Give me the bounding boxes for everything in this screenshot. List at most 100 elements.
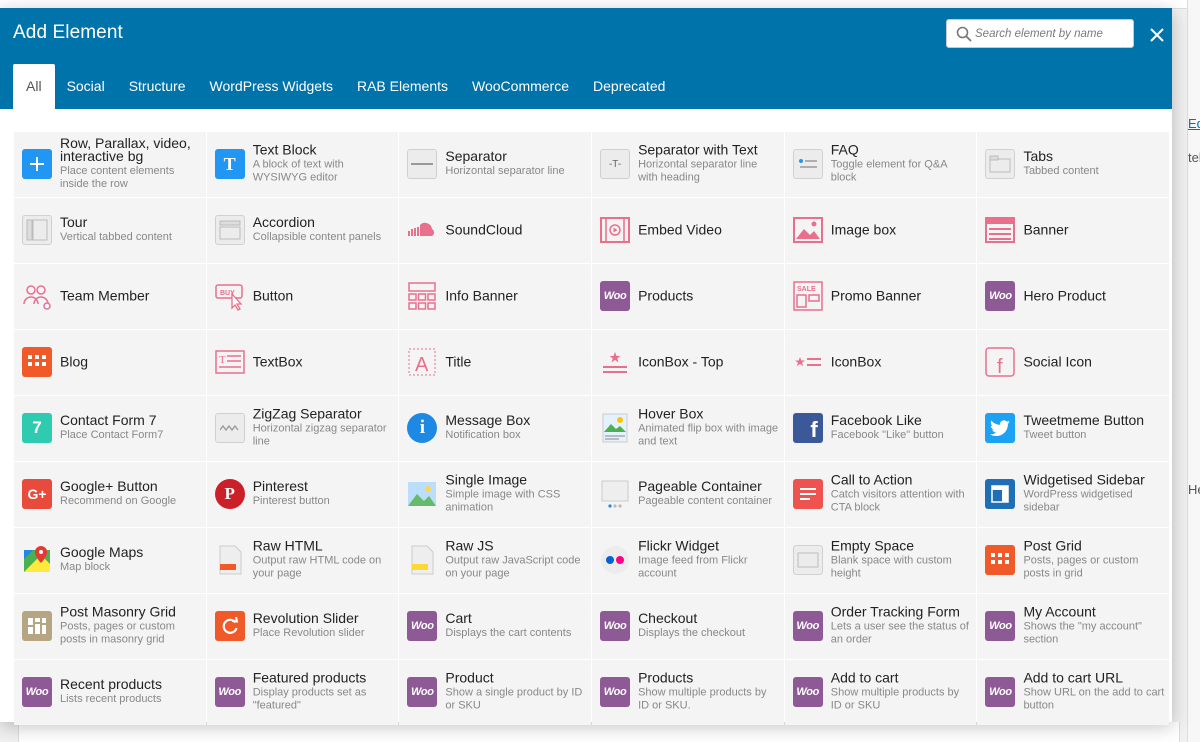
tab-woocommerce[interactable]: WooCommerce: [460, 64, 581, 109]
element-tile[interactable]: Woo Checkout Displays the checkout: [592, 593, 784, 659]
element-description: Show multiple products by ID or SKU: [830, 686, 960, 712]
element-tile[interactable]: Flickr Widget Image feed from Flickr acco…: [592, 527, 784, 593]
element-tile[interactable]: IconBox - Top: [592, 329, 784, 395]
element-tile[interactable]: T Text Block A block of text with WYSIWYG …: [206, 132, 399, 197]
element-description: Map block: [60, 561, 111, 574]
woo-icon: Woo: [792, 610, 824, 642]
element-tile[interactable]: f Social Icon: [977, 329, 1169, 395]
tab-structure[interactable]: Structure: [117, 64, 198, 109]
iconbox-top-icon: [599, 346, 631, 378]
element-tile[interactable]: SALE Promo Banner: [784, 263, 977, 329]
element-tile[interactable]: Embed Video: [592, 197, 784, 263]
element-text: Promo Banner: [830, 287, 973, 304]
element-tile[interactable]: Raw JS Output raw JavaScript code on your…: [399, 527, 591, 593]
element-description: Tweet button: [1023, 429, 1087, 442]
element-tile[interactable]: Accordion Collapsible content panels: [206, 197, 399, 263]
tab-all[interactable]: All: [13, 64, 55, 109]
element-tile[interactable]: T TextBox: [206, 329, 399, 395]
element-tile[interactable]: f Facebook Like Facebook "Like" button: [784, 395, 977, 461]
element-tile[interactable]: Woo Add to cart Show multiple products by …: [784, 659, 977, 725]
element-tile[interactable]: FAQ Toggle element for Q&A block: [784, 132, 977, 197]
element-description: Facebook "Like" button: [830, 429, 944, 442]
element-tile[interactable]: Woo Hero Product: [977, 263, 1169, 329]
woo-icon: Woo: [214, 676, 246, 708]
element-tile[interactable]: Woo Products: [592, 263, 784, 329]
search-input[interactable]: [975, 22, 1125, 45]
element-name: Text Block: [252, 141, 317, 158]
element-tile[interactable]: Hover Box Animated flip box with image an…: [592, 395, 784, 461]
element-tile[interactable]: Woo Cart Displays the cart contents: [399, 593, 591, 659]
element-name: Promo Banner: [830, 287, 922, 304]
element-name: Blog: [60, 353, 89, 370]
element-tile[interactable]: SoundCloud: [399, 197, 591, 263]
element-tile[interactable]: Image box: [784, 197, 977, 263]
element-description: Show URL on the add to cart button: [1023, 686, 1165, 712]
element-tile[interactable]: Info Banner: [399, 263, 591, 329]
element-tile[interactable]: BUY Button: [206, 263, 399, 329]
woo-icon: Woo: [984, 280, 1016, 312]
element-tile[interactable]: Woo My Account Shows the "my account" sect…: [977, 593, 1169, 659]
element-tile[interactable]: i Message Box Notification box: [399, 395, 591, 461]
element-description: Animated flip box with image and text: [638, 422, 779, 448]
element-tile[interactable]: Woo Products Show multiple products by ID …: [592, 659, 784, 725]
element-tile[interactable]: Post Masonry Grid Posts, pages or custom …: [14, 593, 206, 659]
element-name: Call to Action: [830, 471, 913, 488]
element-name: Raw HTML: [252, 537, 323, 554]
element-tile[interactable]: Woo Order Tracking Form Lets a user see th…: [784, 593, 977, 659]
element-tile[interactable]: Banner: [977, 197, 1169, 263]
element-tile[interactable]: Single Image Simple image with CSS animat…: [399, 461, 591, 527]
element-tile[interactable]: Woo Product Show a single product by ID or…: [399, 659, 591, 725]
element-tile[interactable]: -T- Separator with Text Horizontal separat…: [592, 132, 784, 197]
svg-text:T: T: [219, 354, 226, 366]
element-tile[interactable]: Tabs Tabbed content: [977, 132, 1169, 197]
element-name: My Account: [1023, 603, 1096, 620]
element-tile[interactable]: Call to Action Catch visitors attention w…: [784, 461, 977, 527]
element-tile[interactable]: Team Member: [14, 263, 206, 329]
tab-deprecated[interactable]: Deprecated: [581, 64, 677, 109]
element-tile[interactable]: P Pinterest Pinterest button: [206, 461, 399, 527]
element-tile[interactable]: ZigZag Separator Horizontal zigzag separa…: [206, 395, 399, 461]
element-tile[interactable]: A Title: [399, 329, 591, 395]
element-text: Empty Space Blank space with custom heigh…: [830, 537, 973, 581]
element-tile[interactable]: Widgetised Sidebar WordPress widgetised s…: [977, 461, 1169, 527]
element-tile[interactable]: Raw HTML Output raw HTML code on your pag…: [206, 527, 399, 593]
element-text: SoundCloud: [445, 223, 587, 237]
element-tile[interactable]: Woo Recent products Lists recent products: [14, 659, 206, 725]
element-tile[interactable]: Tour Vertical tabbed content: [14, 197, 206, 263]
element-name: Products: [638, 287, 694, 304]
element-tile[interactable]: Revolution Slider Place Revolution slider: [206, 593, 399, 659]
pinterest-icon: P: [214, 478, 246, 510]
background-edit-link[interactable]: Ed: [1188, 116, 1200, 131]
element-tile[interactable]: Post Grid Posts, pages or custom posts in…: [977, 527, 1169, 593]
element-description: Recommend on Google: [60, 495, 177, 508]
element-tile[interactable]: Pageable Container Pageable content conta…: [592, 461, 784, 527]
tab-social[interactable]: Social: [55, 64, 117, 109]
element-tile[interactable]: Google Maps Map block: [14, 527, 206, 593]
element-grid: Row, Parallax, video, interactive bg Plac…: [14, 132, 1169, 725]
element-text: Image box: [831, 223, 973, 237]
element-text: Products: [638, 287, 780, 304]
element-tile[interactable]: Separator Horizontal separator line: [399, 132, 591, 197]
element-tile[interactable]: IconBox: [784, 329, 977, 395]
element-description: Tabbed content: [1023, 165, 1099, 178]
element-tile[interactable]: Woo Featured products Display products set…: [206, 659, 399, 725]
element-tile[interactable]: G+ Google+ Button Recommend on Google: [14, 461, 206, 527]
element-name: ZigZag Separator: [252, 405, 362, 422]
element-tile[interactable]: 7 Contact Form 7 Place Contact Form7: [14, 395, 206, 461]
revolution-icon: [214, 610, 246, 642]
search-box[interactable]: [946, 19, 1134, 48]
element-tile[interactable]: Tweetmeme Button Tweet button: [977, 395, 1169, 461]
element-name: Separator with Text: [638, 141, 758, 158]
element-description: Horizontal separator line: [445, 165, 565, 178]
element-tile[interactable]: Row, Parallax, video, interactive bg Plac…: [14, 132, 206, 197]
tab-rab-elements[interactable]: RAB Elements: [345, 64, 460, 109]
close-button[interactable]: [1146, 24, 1168, 46]
add-element-modal: Add Element All Social Structure WordPre…: [0, 8, 1172, 725]
woo-icon: Woo: [599, 676, 631, 708]
element-name: Empty Space: [830, 537, 915, 554]
element-tile[interactable]: Woo Add to cart URL Show URL on the add to…: [977, 659, 1169, 725]
tab-wordpress-widgets[interactable]: WordPress Widgets: [198, 64, 345, 109]
element-description: Vertical tabbed content: [60, 231, 172, 244]
element-tile[interactable]: Blog: [14, 329, 206, 395]
element-tile[interactable]: Empty Space Blank space with custom heigh…: [784, 527, 977, 593]
